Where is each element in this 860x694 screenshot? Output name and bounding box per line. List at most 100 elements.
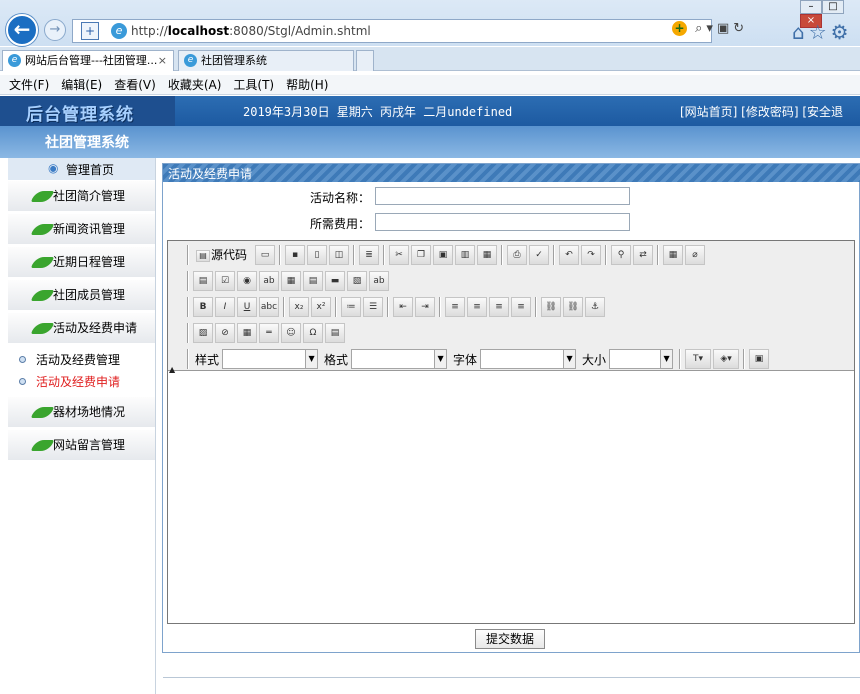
menu-edit[interactable]: 编辑(E) (61, 75, 102, 95)
format-select[interactable]: ▼ (351, 349, 448, 369)
table-icon[interactable]: ▦ (237, 323, 257, 343)
paste-word-icon[interactable]: ▦ (477, 245, 498, 265)
remove-format-icon[interactable]: ⌀ (685, 245, 706, 265)
sidebar-item-members[interactable]: 社团成员管理 (8, 280, 155, 311)
add-icon[interactable]: + (672, 21, 687, 36)
top-links[interactable]: [网站首页] [修改密码] [安全退 (680, 103, 843, 120)
back-arrow-icon[interactable]: ← (6, 14, 38, 46)
indent-icon[interactable]: ⇥ (415, 297, 435, 317)
address-bar[interactable]: + e http://localhost:8080/Stgl/Admin.sht… (72, 19, 712, 43)
compat-view-icon[interactable]: ▣ (717, 21, 733, 36)
anchor-icon[interactable]: ⚓ (585, 297, 605, 317)
home-icon[interactable]: ⌂ (792, 20, 809, 44)
undo-icon[interactable]: ↶ (559, 245, 580, 265)
bg-color-icon[interactable]: ◈▾ (713, 349, 740, 369)
spellcheck-icon[interactable]: ✓ (529, 245, 550, 265)
cut-icon[interactable]: ✂ (389, 245, 410, 265)
outdent-icon[interactable]: ⇤ (393, 297, 413, 317)
subscript-icon[interactable]: x₂ (289, 297, 309, 317)
superscript-icon[interactable]: x² (311, 297, 331, 317)
copy-icon[interactable]: ❐ (411, 245, 432, 265)
link-icon[interactable]: ⛓ (541, 297, 561, 317)
italic-icon[interactable]: I (215, 297, 235, 317)
menu-tools[interactable]: 工具(T) (233, 75, 274, 95)
align-center-icon[interactable]: ≡ (467, 297, 487, 317)
special-char-icon[interactable]: Ω (303, 323, 323, 343)
replace-icon[interactable]: ⇄ (633, 245, 654, 265)
sidebar-home[interactable]: ◉ 管理首页 (8, 158, 155, 180)
checkbox-icon[interactable]: ☑ (215, 271, 235, 291)
sidebar-item-schedule[interactable]: 近期日程管理 (8, 247, 155, 278)
underline-icon[interactable]: U (237, 297, 257, 317)
cost-input[interactable] (375, 213, 630, 231)
maximize-editor-icon[interactable]: ▣ (749, 349, 770, 369)
radio-icon[interactable]: ◉ (237, 271, 257, 291)
tab-system[interactable]: e 社团管理系统 (178, 50, 354, 71)
justify-icon[interactable]: ≡ (511, 297, 531, 317)
preview-icon[interactable]: ▭ (255, 245, 276, 265)
sidebar-item-intro[interactable]: 社团简介管理 (8, 181, 155, 212)
save-icon[interactable]: ▪ (285, 245, 306, 265)
paste-icon[interactable]: ▣ (433, 245, 454, 265)
textarea-icon[interactable]: ▦ (281, 271, 301, 291)
form-icon[interactable]: ▤ (193, 271, 213, 291)
strike-icon[interactable]: abc (259, 297, 279, 317)
dropdown-icon[interactable]: ▾ (706, 21, 717, 36)
redo-icon[interactable]: ↷ (581, 245, 602, 265)
smiley-icon[interactable]: ☺ (281, 323, 301, 343)
menu-favorites[interactable]: 收藏夹(A) (168, 75, 222, 95)
hidden-field-icon[interactable]: ab (369, 271, 389, 291)
forward-arrow-icon[interactable]: → (44, 19, 66, 41)
size-select[interactable]: ▼ (609, 349, 674, 369)
favorites-star-icon[interactable]: ☆ (809, 20, 831, 44)
align-left-icon[interactable]: ≡ (445, 297, 465, 317)
image-button-icon[interactable]: ▧ (347, 271, 367, 291)
search-icon[interactable]: ⌕ (695, 21, 706, 36)
page-break-icon[interactable]: ▤ (325, 323, 345, 343)
image-icon[interactable]: ▨ (193, 323, 213, 343)
print-icon[interactable]: ⎙ (507, 245, 528, 265)
style-select[interactable]: ▼ (222, 349, 319, 369)
chevron-down-icon: ▼ (305, 350, 318, 368)
unlink-icon[interactable]: ⛓ (563, 297, 583, 317)
sidebar-item-activity[interactable]: 活动及经费申请 (8, 313, 155, 344)
print-preview-icon[interactable]: ◫ (329, 245, 350, 265)
menu-help[interactable]: 帮助(H) (286, 75, 328, 95)
sub-item-activity-manage[interactable]: 活动及经费管理 (16, 349, 120, 371)
ordered-list-icon[interactable]: ≔ (341, 297, 361, 317)
activity-name-input[interactable] (375, 187, 630, 205)
minimize-button[interactable]: – (800, 0, 822, 14)
menu-view[interactable]: 查看(V) (114, 75, 156, 95)
new-tab-button[interactable] (356, 50, 374, 71)
text-color-icon[interactable]: T▾ (685, 349, 712, 369)
refresh-icon[interactable]: ↻ (733, 21, 748, 36)
close-tab-icon[interactable]: × (158, 51, 167, 70)
font-select[interactable]: ▼ (480, 349, 577, 369)
sidebar-item-equipment[interactable]: 器材场地情况 (8, 397, 155, 428)
maximize-button[interactable]: □ (822, 0, 844, 14)
menu-file[interactable]: 文件(F) (9, 75, 49, 95)
submit-button[interactable]: 提交数据 (475, 629, 545, 649)
horizontal-rule-icon[interactable]: ═ (259, 323, 279, 343)
select-field-icon[interactable]: ▤ (303, 271, 323, 291)
select-all-icon[interactable]: ▦ (663, 245, 684, 265)
align-right-icon[interactable]: ≡ (489, 297, 509, 317)
find-icon[interactable]: ⚲ (611, 245, 632, 265)
sub-item-activity-apply[interactable]: 活动及经费申请 (16, 371, 120, 393)
address-url[interactable]: http://localhost:8080/Stgl/Admin.shtml (131, 24, 371, 38)
templates-icon[interactable]: ≣ (359, 245, 380, 265)
sidebar-item-messages[interactable]: 网站留言管理 (8, 430, 155, 461)
textfield-icon[interactable]: ab (259, 271, 279, 291)
sidebar-item-news[interactable]: 新闻资讯管理 (8, 214, 155, 245)
bullet-list-icon[interactable]: ☰ (363, 297, 383, 317)
bold-icon[interactable]: B (193, 297, 213, 317)
source-code-button[interactable]: ▤ 源代码 (192, 246, 250, 264)
flash-icon[interactable]: ⊘ (215, 323, 235, 343)
paste-text-icon[interactable]: ▥ (455, 245, 476, 265)
button-field-icon[interactable]: ▬ (325, 271, 345, 291)
tab-admin[interactable]: e 网站后台管理---社团管理... × (2, 50, 174, 71)
collapse-toolbar-icon[interactable]: ▲ (169, 365, 175, 374)
page-compat-icon[interactable]: + (81, 22, 99, 40)
new-page-icon[interactable]: ▯ (307, 245, 328, 265)
settings-gear-icon[interactable]: ⚙ (831, 20, 853, 44)
